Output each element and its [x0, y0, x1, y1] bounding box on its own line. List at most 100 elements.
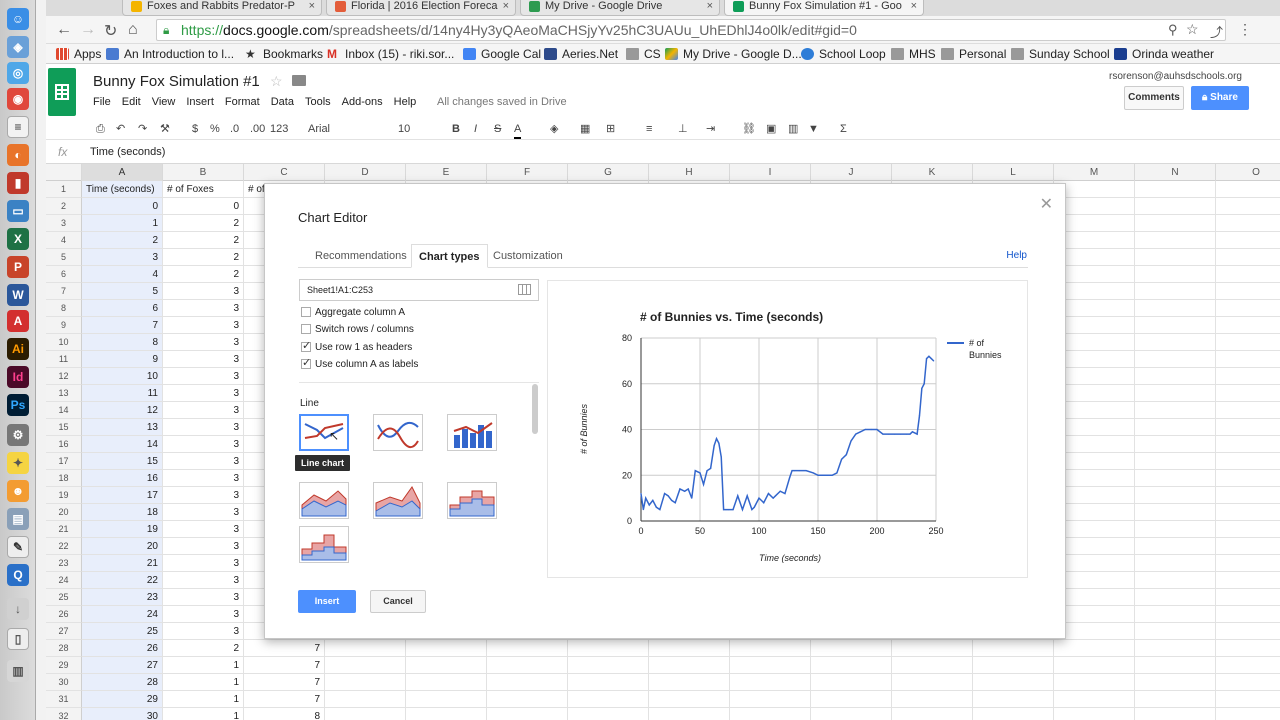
table-cell[interactable] [1135, 283, 1216, 300]
row-header[interactable]: 19 [46, 487, 82, 504]
table-cell[interactable] [892, 708, 973, 720]
bold-button[interactable]: B [452, 121, 460, 137]
table-cell[interactable] [892, 640, 973, 657]
row-header[interactable]: 28 [46, 640, 82, 657]
reload-icon[interactable]: ↻ [104, 21, 117, 41]
table-cell[interactable] [1054, 266, 1135, 283]
table-cell[interactable]: 3 [163, 453, 244, 470]
table-cell[interactable]: 3 [163, 487, 244, 504]
table-cell[interactable] [811, 657, 892, 674]
merge-icon[interactable]: ⊞ [606, 121, 615, 137]
table-cell[interactable] [325, 674, 406, 691]
table-cell[interactable] [1216, 300, 1280, 317]
table-cell[interactable]: 21 [82, 555, 163, 572]
table-cell[interactable]: # of Foxes [163, 181, 244, 198]
row-header[interactable]: 6 [46, 266, 82, 283]
italic-button[interactable]: I [474, 121, 477, 137]
column-header[interactable]: H [649, 164, 730, 181]
menu-help[interactable]: Help [394, 96, 417, 108]
table-cell[interactable] [1216, 487, 1280, 504]
column-header[interactable]: G [568, 164, 649, 181]
table-cell[interactable] [406, 691, 487, 708]
table-cell[interactable] [1135, 385, 1216, 402]
menu-icon[interactable]: ⋮ [1238, 21, 1252, 38]
menu-format[interactable]: Format [225, 96, 260, 108]
tab-close-icon[interactable]: × [911, 0, 917, 12]
row-header[interactable]: 20 [46, 504, 82, 521]
table-cell[interactable] [892, 691, 973, 708]
table-cell[interactable] [1135, 368, 1216, 385]
combo-chart-thumbnail[interactable] [447, 414, 497, 451]
table-cell[interactable] [325, 691, 406, 708]
table-cell[interactable]: 16 [82, 470, 163, 487]
table-cell[interactable] [1054, 283, 1135, 300]
table-cell[interactable] [1216, 317, 1280, 334]
row-header[interactable]: 14 [46, 402, 82, 419]
user-email[interactable]: rsorenson@auhsdschools.org [1109, 71, 1242, 82]
table-cell[interactable] [1135, 572, 1216, 589]
table-cell[interactable] [1054, 232, 1135, 249]
table-cell[interactable] [1216, 181, 1280, 198]
table-cell[interactable]: 22 [82, 572, 163, 589]
tab-close-icon[interactable]: × [707, 0, 713, 12]
address-bar[interactable]: 🔒︎ https://docs.google.com/spreadsheets/… [156, 19, 1226, 41]
table-cell[interactable]: 29 [82, 691, 163, 708]
table-cell[interactable] [811, 691, 892, 708]
table-cell[interactable] [1216, 470, 1280, 487]
table-cell[interactable]: 3 [82, 249, 163, 266]
row-header[interactable]: 11 [46, 351, 82, 368]
table-cell[interactable] [1054, 181, 1135, 198]
table-cell[interactable] [1135, 419, 1216, 436]
table-cell[interactable] [1054, 385, 1135, 402]
tab-customization[interactable]: Customization [486, 244, 570, 268]
cancel-button[interactable]: Cancel [370, 590, 426, 613]
table-cell[interactable]: 3 [163, 521, 244, 538]
table-cell[interactable] [1216, 521, 1280, 538]
table-cell[interactable]: 1 [163, 674, 244, 691]
help-link[interactable]: Help [1006, 250, 1027, 261]
table-cell[interactable]: 2 [163, 640, 244, 657]
link-icon[interactable]: ⛓ [742, 121, 756, 137]
row-header[interactable]: 17 [46, 453, 82, 470]
column-header[interactable]: K [892, 164, 973, 181]
table-cell[interactable] [1054, 351, 1135, 368]
browser-tab-3[interactable]: My Drive - Google Drive × [520, 0, 720, 16]
table-cell[interactable] [1216, 334, 1280, 351]
functions-button[interactable]: Σ [840, 121, 847, 137]
filter-icon[interactable]: ▼ [808, 121, 819, 137]
table-cell[interactable]: 20 [82, 538, 163, 555]
table-cell[interactable]: 8 [82, 334, 163, 351]
table-cell[interactable] [649, 640, 730, 657]
table-cell[interactable] [487, 691, 568, 708]
menu-edit[interactable]: Edit [122, 96, 141, 108]
table-cell[interactable] [1135, 623, 1216, 640]
checkbox-checked[interactable] [301, 340, 311, 352]
table-cell[interactable] [1135, 300, 1216, 317]
folder-icon[interactable] [292, 75, 306, 86]
menu-data[interactable]: Data [271, 96, 294, 108]
row-header[interactable]: 30 [46, 674, 82, 691]
table-cell[interactable] [1135, 436, 1216, 453]
table-cell[interactable] [1054, 606, 1135, 623]
table-cell[interactable] [1135, 334, 1216, 351]
table-cell[interactable] [1135, 674, 1216, 691]
row-header[interactable]: 13 [46, 385, 82, 402]
table-cell[interactable] [1135, 640, 1216, 657]
table-cell[interactable]: 1 [163, 708, 244, 720]
table-cell[interactable] [1054, 555, 1135, 572]
table-cell[interactable] [1216, 266, 1280, 283]
table-cell[interactable] [568, 708, 649, 720]
keynote-icon[interactable]: ▭ [7, 200, 29, 222]
option-colA-labels[interactable]: Use column A as labels [301, 357, 418, 371]
table-cell[interactable] [973, 691, 1054, 708]
table-cell[interactable]: 28 [82, 674, 163, 691]
table-cell[interactable]: 3 [163, 572, 244, 589]
row-header[interactable]: 10 [46, 334, 82, 351]
percent-button[interactable]: % [210, 121, 220, 137]
table-cell[interactable] [1216, 283, 1280, 300]
table-cell[interactable] [1216, 232, 1280, 249]
table-cell[interactable]: 18 [82, 504, 163, 521]
checkbox[interactable] [301, 324, 311, 334]
table-cell[interactable] [973, 674, 1054, 691]
table-cell[interactable] [1054, 640, 1135, 657]
